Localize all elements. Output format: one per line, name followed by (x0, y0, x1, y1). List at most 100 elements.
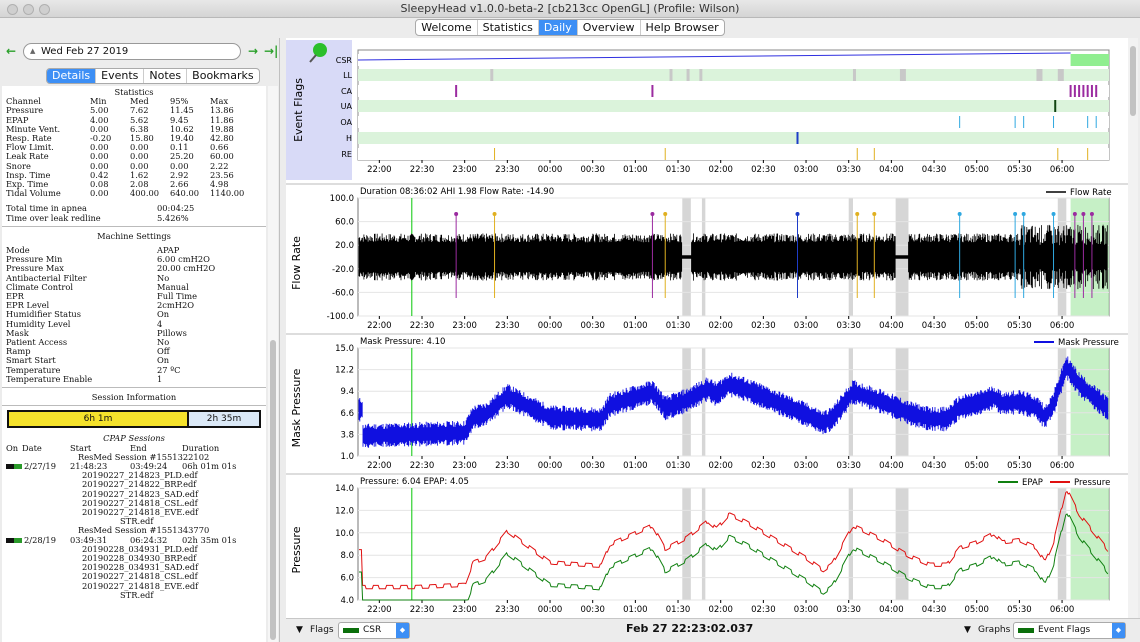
flags-label: Flags (310, 625, 334, 635)
tab-help-browser[interactable]: Help Browser (641, 20, 724, 35)
ll-flag (490, 69, 494, 81)
y-tick-label: 9.4 (340, 387, 354, 397)
prev-day-arrow-icon[interactable]: ← (6, 44, 16, 58)
event-marker-dot (1072, 212, 1077, 216)
x-tick-label: 05:30 (1007, 461, 1032, 471)
clock-readout: Feb 27 22:23:02.037 (626, 622, 754, 635)
event-marker-dot (492, 212, 497, 216)
x-tick-label: 03:30 (836, 321, 861, 331)
x-tick-label: 23:00 (452, 605, 477, 615)
x-tick-label: 00:30 (580, 461, 605, 471)
pressure-graph: Pressure: 6.04 EPAP: 4.05 14.0 12.0 10.0 8.0… (286, 473, 1134, 615)
graphs-scrollbar[interactable] (1128, 38, 1138, 618)
pressure-graph-title: Pressure (290, 526, 303, 573)
machine-settings-title: Machine Settings (97, 230, 171, 241)
x-tick-label: 22:30 (410, 165, 435, 175)
mask-pressure-graph: Mask Pressure: 4.10 15.0 12.2 9.4 6.6 3.8 1.0 2… (286, 333, 1134, 471)
flag-label: RE (341, 150, 352, 159)
close-button[interactable] (7, 4, 18, 15)
x-tick-label: 06:00 (1050, 321, 1075, 331)
x-tick-label: 00:00 (538, 321, 563, 331)
tab-events[interactable]: Events (96, 69, 145, 83)
tab-welcome[interactable]: Welcome (416, 20, 478, 35)
zoom-button[interactable] (39, 4, 50, 15)
graph-info: Mask Pressure: 4.10 (360, 337, 445, 347)
details-panel: Statistics Channel Min Med 95% Max Pressure 5.0… (2, 86, 266, 642)
y-tick-label: 6.6 (340, 409, 354, 419)
cpap-sessions-title: CPAP Sessions (103, 433, 165, 444)
x-tick-label: 03:30 (836, 165, 861, 175)
session-bar[interactable]: 6h 1m 2h 35m (7, 410, 261, 429)
graphs-chevron-icon[interactable]: ▼ (964, 625, 971, 635)
y-tick-label: 8.0 (340, 551, 354, 561)
x-tick-label: 23:00 (452, 321, 477, 331)
event-marker-dot (1089, 212, 1094, 216)
y-tick-label: -20.0 (332, 265, 354, 275)
tab-overview[interactable]: Overview (578, 20, 641, 35)
x-tick-label: 22:30 (410, 605, 435, 615)
y-tick-label: 6.0 (340, 574, 354, 584)
x-tick-label: 23:30 (495, 165, 519, 175)
ll-flag (1036, 69, 1043, 81)
ll-flag (852, 69, 856, 81)
x-tick-label: 23:00 (452, 165, 477, 175)
date-picker[interactable]: Wed Feb 27 2019 (23, 43, 241, 60)
flag-label: OA (340, 118, 352, 127)
x-tick-label: 05:30 (1007, 605, 1032, 615)
detail-tabs: Details Events Notes Bookmarks (46, 68, 260, 84)
y-tick-label: 10.0 (335, 529, 354, 539)
event-marker-dot (795, 212, 800, 216)
flags-select[interactable]: CSR ◆ (338, 622, 410, 639)
event-marker-dot (650, 212, 655, 216)
y-tick-label: 1.0 (340, 452, 354, 462)
x-tick-label: 22:30 (410, 461, 435, 471)
x-tick-label: 01:00 (623, 165, 648, 175)
event-marker-dot (872, 212, 877, 216)
x-tick-label: 04:00 (879, 321, 904, 331)
y-tick-label: 12.0 (335, 506, 354, 516)
stats-row: Tidal Volume 0.00 400.00 640.00 1140.00 (6, 188, 245, 199)
x-tick-label: 01:00 (623, 321, 648, 331)
tab-bookmarks[interactable]: Bookmarks (187, 69, 258, 83)
x-tick-label: 04:30 (922, 605, 947, 615)
minimize-button[interactable] (23, 4, 34, 15)
tab-notes[interactable]: Notes (144, 69, 188, 83)
graph-info: Pressure: 6.04 EPAP: 4.05 (360, 477, 469, 487)
x-tick-label: 05:00 (964, 461, 989, 471)
machine-setting-row: Climate Control Manual (6, 281, 189, 292)
window-title: SleepyHead v1.0.0-beta-2 [cb213cc OpenGL… (400, 2, 740, 15)
event-band (848, 488, 853, 600)
x-tick-label: 02:00 (708, 321, 733, 331)
flow-rate-graph: Duration 08:36:02 AHI 1.98 Flow Rate: -1… (286, 183, 1134, 331)
y-tick-label: 15.0 (335, 344, 354, 354)
ll-flag (1057, 69, 1064, 81)
event-band (895, 488, 909, 600)
sidebar-scrollbar[interactable] (268, 86, 278, 642)
x-tick-label: 01:30 (666, 165, 691, 175)
x-tick-label: 02:30 (751, 461, 776, 471)
legend-pressure: Pressure (1074, 478, 1110, 488)
tab-statistics[interactable]: Statistics (478, 20, 539, 35)
x-tick-label: 01:30 (666, 321, 691, 331)
event-band (682, 488, 691, 600)
event-band (1057, 488, 1067, 600)
x-tick-label: 02:30 (751, 605, 776, 615)
tab-daily[interactable]: Daily (538, 20, 578, 35)
x-tick-label: 00:00 (538, 165, 563, 175)
event-band (701, 348, 706, 456)
title-bar: SleepyHead v1.0.0-beta-2 [cb213cc OpenGL… (0, 0, 1140, 18)
x-tick-label: 02:30 (751, 165, 776, 175)
graphs-select[interactable]: Event Flags ◆ (1013, 622, 1126, 639)
tab-details[interactable]: Details (47, 69, 97, 83)
ll-flag (899, 69, 906, 81)
flag-label: UA (341, 102, 353, 111)
next-day-arrow-icon[interactable]: → (248, 44, 258, 58)
x-tick-label: 03:00 (794, 461, 819, 471)
flags-chevron-icon[interactable]: ▼ (296, 625, 303, 635)
y-tick-label: 3.8 (340, 430, 354, 440)
event-marker-dot (454, 212, 459, 216)
x-tick-label: 02:30 (751, 321, 776, 331)
event-marker-dot (1051, 212, 1056, 216)
last-day-arrow-icon[interactable]: →| (264, 44, 278, 58)
graphs-label: Graphs (978, 625, 1011, 635)
